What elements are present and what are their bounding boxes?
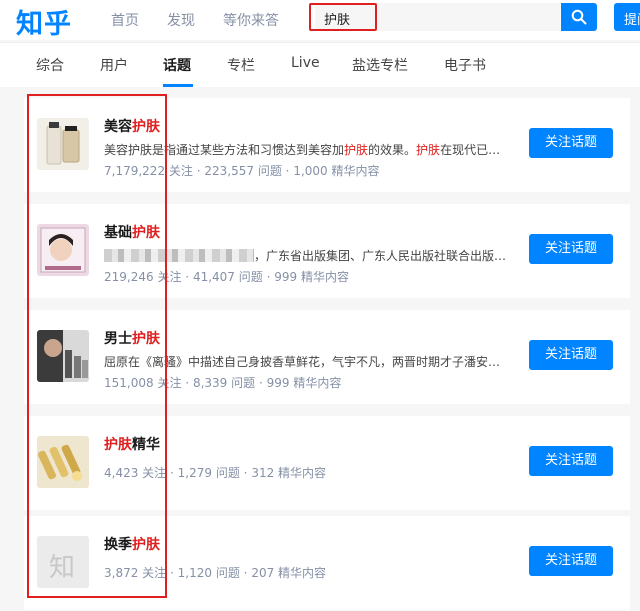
ask-button[interactable]: 提问 (614, 3, 640, 31)
search-button[interactable] (561, 3, 597, 31)
follow-topic-button[interactable]: 关注话题 (529, 234, 613, 264)
top-bar: 知乎 首页 发现 等你来答 护肤 提问 (0, 0, 640, 40)
active-tab-indicator (163, 84, 193, 87)
tab-salt-columns[interactable]: 盐选专栏 (352, 55, 408, 75)
follow-topic-button[interactable]: 关注话题 (529, 128, 613, 158)
tab-live[interactable]: Live (291, 55, 320, 71)
follow-topic-button[interactable]: 关注话题 (529, 340, 613, 370)
tab-columns[interactable]: 专栏 (227, 55, 255, 75)
zhihu-logo[interactable]: 知乎 (16, 2, 72, 41)
tab-all[interactable]: 综合 (36, 55, 64, 75)
search-tabs: 综合 用户 话题 专栏 Live 盐选专栏 电子书 (0, 42, 640, 87)
annotation-frame (27, 94, 167, 598)
nav-home[interactable]: 首页 (111, 10, 139, 30)
tab-users[interactable]: 用户 (100, 55, 128, 75)
follow-topic-button[interactable]: 关注话题 (529, 546, 613, 576)
tab-ebooks[interactable]: 电子书 (444, 55, 486, 75)
nav-waiting-answers[interactable]: 等你来答 (223, 10, 279, 30)
search-annotation-frame (309, 3, 377, 31)
search-icon (571, 9, 587, 25)
tab-topics[interactable]: 话题 (163, 55, 191, 75)
nav-discover[interactable]: 发现 (167, 10, 195, 30)
follow-topic-button[interactable]: 关注话题 (529, 446, 613, 476)
